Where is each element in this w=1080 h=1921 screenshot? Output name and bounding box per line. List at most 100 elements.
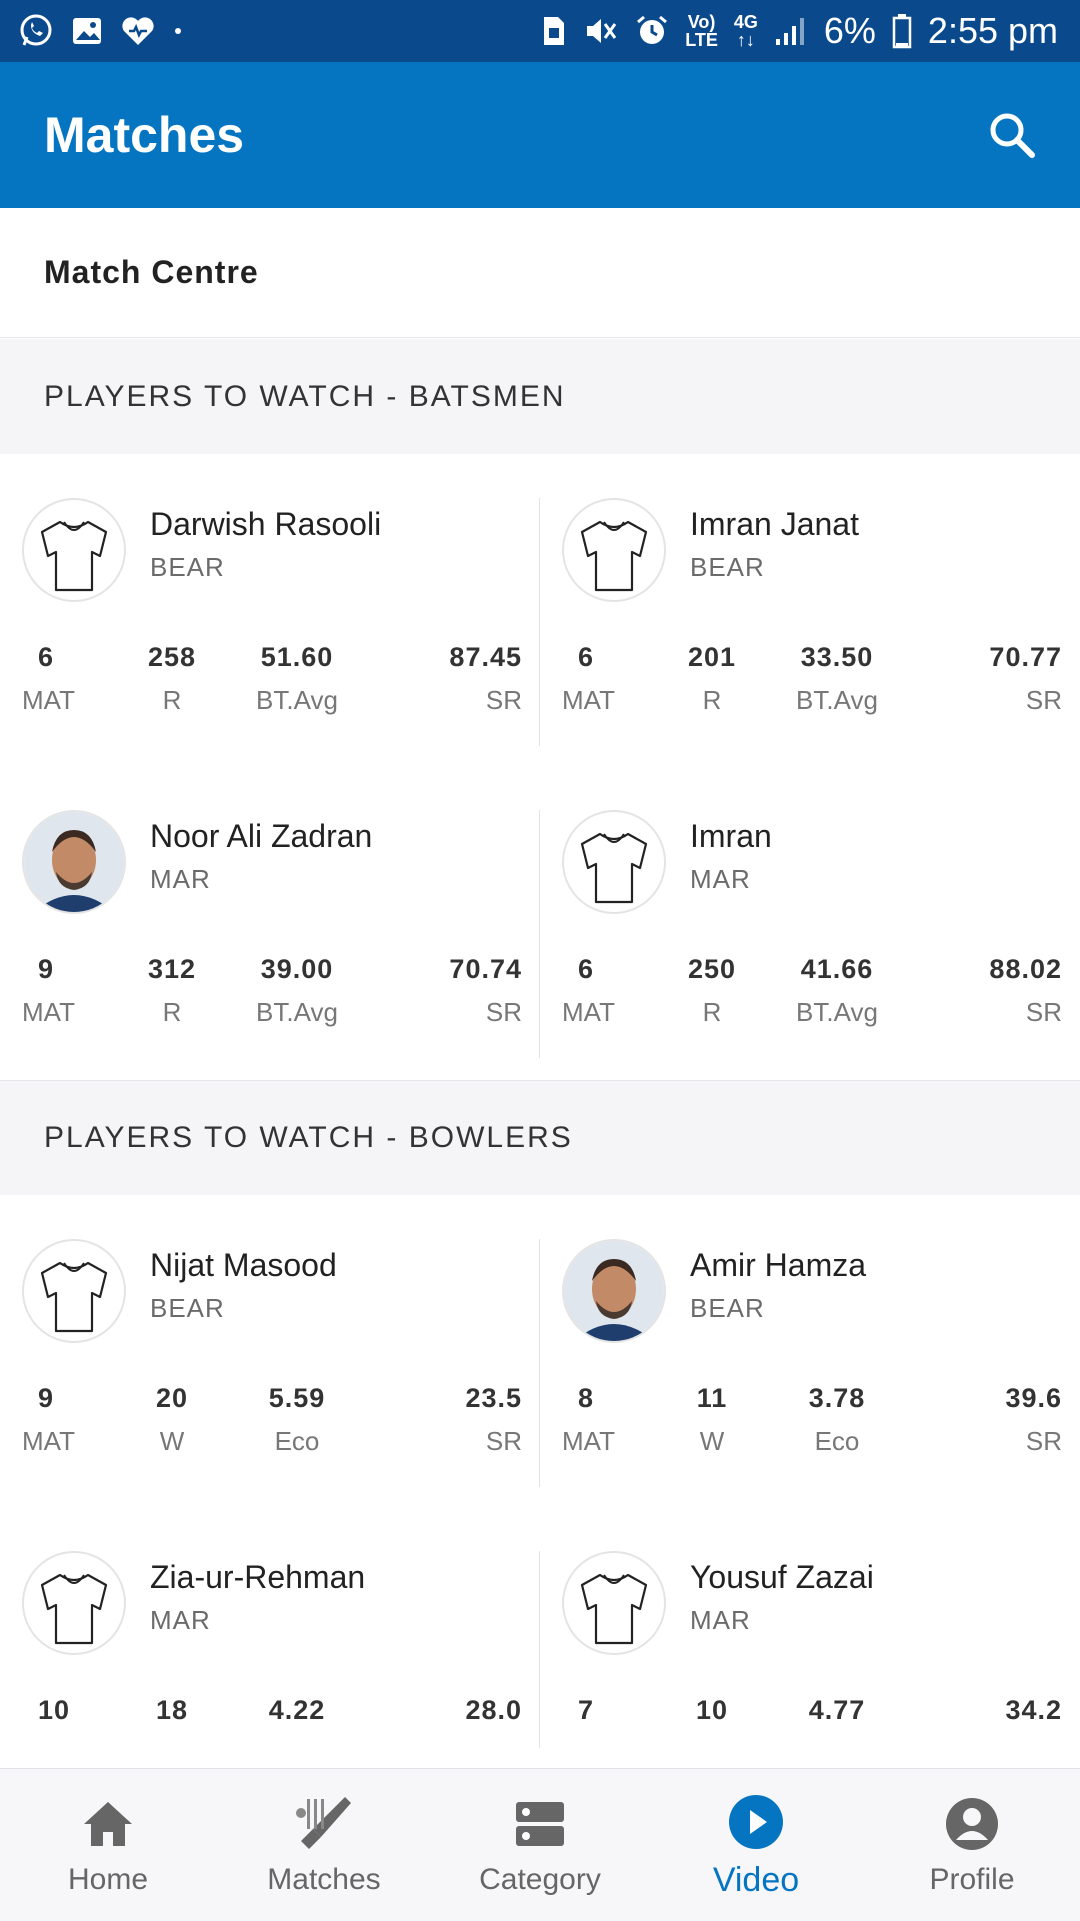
stat-label: MAT <box>22 1426 75 1456</box>
nav-profile-label: Profile <box>929 1863 1015 1896</box>
match-centre-tab[interactable]: Match Centre <box>0 208 1080 338</box>
stat-value: 4.22 <box>268 1695 326 1725</box>
nav-profile[interactable]: Profile <box>864 1769 1080 1921</box>
nav-category-label: Category <box>479 1863 601 1896</box>
nav-matches[interactable]: Matches <box>216 1769 432 1921</box>
player-name: Nijat Masood <box>150 1247 337 1283</box>
stat-value: 88.02 <box>989 954 1062 984</box>
stat-label: BT.Avg <box>796 685 878 715</box>
stat-value: 39.00 <box>260 954 334 984</box>
stat-value: 9 <box>38 1383 55 1413</box>
stat-item: 39.6 SR <box>1005 1383 1062 1457</box>
player-name: Zia-ur-Rehman <box>150 1559 366 1595</box>
stat-item: 20 W <box>156 1383 188 1457</box>
battery-icon <box>892 14 912 49</box>
stat-value: 201 <box>687 642 737 672</box>
dot-icon <box>175 28 181 34</box>
stat-label: SR <box>1025 997 1062 1027</box>
stat-value: 5.59 <box>268 1383 326 1413</box>
player-stats: 6 MAT 258 R 51.60 BT.Avg 87.45 SR <box>22 642 522 722</box>
network-indicator: 4G ↑↓ <box>734 13 758 49</box>
player-card[interactable]: Noor Ali Zadran MAR 9 MAT 312 R 39.00 BT.Avg 70.… <box>0 766 540 1078</box>
player-team: MAR <box>150 864 211 894</box>
gallery-icon <box>73 18 101 44</box>
stat-label: MAT <box>562 1426 615 1456</box>
nav-matches-label: Matches <box>267 1863 381 1896</box>
stat-item: 88.02 SR <box>989 954 1062 1028</box>
player-team: BEAR <box>690 1293 765 1323</box>
stat-label: SR <box>485 685 522 715</box>
stat-item: 6 MAT <box>562 954 615 1028</box>
nav-home[interactable]: Home <box>0 1769 216 1921</box>
player-stats: 6 MAT 201 R 33.50 BT.Avg 70.77 SR <box>562 642 1062 722</box>
nav-video[interactable]: Video <box>648 1769 864 1921</box>
player-card[interactable]: Zia-ur-Rehman MAR 10 18 4.22 28.0 <box>0 1507 540 1768</box>
stat-label: Eco <box>814 1426 860 1456</box>
player-avatar <box>562 1239 666 1343</box>
stat-value: 9 <box>38 954 55 984</box>
player-team: BEAR <box>150 552 225 582</box>
stat-item: 34.2 <box>1005 1695 1062 1738</box>
stat-item: 51.60 BT.Avg <box>256 642 338 716</box>
player-card[interactable]: Imran MAR 6 MAT 250 R 41.66 BT.Avg 88.02 SR <box>540 766 1080 1078</box>
stat-item: 70.74 SR <box>449 954 522 1028</box>
player-avatar <box>562 810 666 914</box>
jersey-icon <box>40 520 108 592</box>
player-team: BEAR <box>150 1293 225 1323</box>
player-team: MAR <box>690 864 751 894</box>
stat-value: 33.50 <box>800 642 874 672</box>
player-stats: 9 MAT 312 R 39.00 BT.Avg 70.74 SR <box>22 954 522 1034</box>
stat-value: 28.0 <box>465 1695 522 1725</box>
player-photo <box>564 1241 664 1341</box>
sim-icon <box>544 17 565 45</box>
stat-label: BT.Avg <box>256 685 338 715</box>
player-card[interactable]: Darwish Rasooli BEAR 6 MAT 258 R 51.60 BT.Avg 87… <box>0 454 540 766</box>
batsmen-row-2: Noor Ali Zadran MAR 9 MAT 312 R 39.00 BT.Avg 70.… <box>0 766 1080 1078</box>
home-icon <box>84 1802 132 1846</box>
player-card[interactable]: Imran Janat BEAR 6 MAT 201 R 33.50 BT.Avg 70.77 S… <box>540 454 1080 766</box>
stat-item: 201 R <box>688 642 736 716</box>
player-avatar <box>562 498 666 602</box>
bottom-navigation: Home Matches Category Video Profile <box>0 1768 1080 1921</box>
stat-value: 51.60 <box>260 642 334 672</box>
stat-value: 6 <box>578 642 595 672</box>
search-button[interactable] <box>982 105 1042 165</box>
nav-category[interactable]: Category <box>432 1769 648 1921</box>
stat-label: W <box>159 1426 185 1456</box>
stat-item: 28.0 <box>465 1695 522 1738</box>
player-stats: 8 MAT 11 W 3.78 Eco 39.6 SR <box>562 1383 1062 1463</box>
player-name: Darwish Rasooli <box>150 506 382 542</box>
stat-item: 23.5 SR <box>465 1383 522 1457</box>
player-card[interactable]: Yousuf Zazai MAR 7 10 4.77 34.2 <box>540 1507 1080 1768</box>
lte-label: LTE <box>685 30 718 50</box>
stat-label: BT.Avg <box>256 997 338 1027</box>
stat-label: SR <box>1025 1426 1062 1456</box>
page-title: Matches <box>44 107 245 163</box>
player-card[interactable]: Amir Hamza BEAR 8 MAT 11 W 3.78 Eco 39.6 SR <box>540 1195 1080 1507</box>
jersey-icon <box>40 1573 108 1645</box>
player-team: MAR <box>150 1605 211 1635</box>
stat-value: 312 <box>147 954 197 984</box>
batsmen-row-1: Darwish Rasooli BEAR 6 MAT 258 R 51.60 BT.Avg 87… <box>0 454 1080 766</box>
stat-item: 7 <box>562 1695 594 1738</box>
stat-value: 4.77 <box>808 1695 866 1725</box>
stat-label: R <box>162 685 182 715</box>
batsmen-heading-text: PLAYERS TO WATCH - BATSMEN <box>44 379 566 413</box>
player-card[interactable]: Nijat Masood BEAR 9 MAT 20 W 5.59 Eco 23.5 SR <box>0 1195 540 1507</box>
nav-video-label: Video <box>712 1860 800 1899</box>
stat-value: 10 <box>695 1695 729 1725</box>
stat-value: 7 <box>578 1695 595 1725</box>
jersey-icon <box>580 832 648 904</box>
stat-value: 70.74 <box>449 954 522 984</box>
bowlers-heading-text: PLAYERS TO WATCH - BOWLERS <box>44 1121 573 1154</box>
stat-label: SR <box>485 997 522 1027</box>
stat-label: MAT <box>22 685 75 715</box>
player-avatar <box>22 1239 126 1343</box>
stat-item: 9 MAT <box>22 954 75 1028</box>
batsmen-section-heading: PLAYERS TO WATCH - BATSMEN <box>0 339 1080 454</box>
stat-item: 11 W <box>697 1383 728 1457</box>
app-bar: Matches <box>0 62 1080 208</box>
stat-value: 20 <box>155 1383 189 1413</box>
stat-item: 258 R <box>148 642 196 716</box>
player-stats: 10 18 4.22 28.0 <box>22 1695 522 1775</box>
